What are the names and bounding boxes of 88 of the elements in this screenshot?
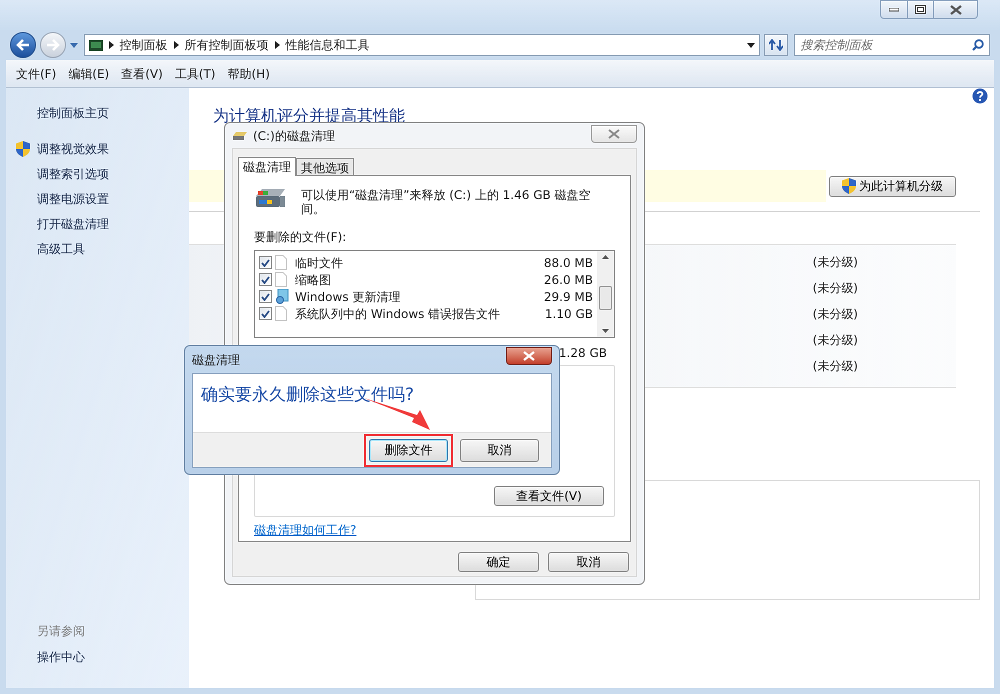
file-icon — [275, 272, 287, 287]
confirm-question: 确实要永久删除这些文件吗? — [201, 385, 414, 405]
files-label: 要删除的文件(F): — [254, 229, 348, 246]
dialog-title: (C:)的磁盘清理 — [253, 128, 335, 144]
sidebar-link[interactable]: 高级工具 — [37, 240, 85, 258]
menu-item[interactable]: 文件(F) — [16, 64, 56, 82]
menu-item[interactable]: 编辑(E) — [68, 64, 110, 82]
control-panel-icon — [88, 40, 103, 50]
breadcrumb[interactable]: 性能信息和工具 — [286, 36, 370, 54]
total-size: 1.28 GB — [558, 345, 607, 360]
sidebar-link[interactable]: 调整索引选项 — [37, 164, 109, 182]
rating-value: (未分级) — [812, 280, 858, 297]
rating-value: (未分级) — [812, 254, 858, 271]
back-arrow-icon — [16, 39, 30, 51]
close-button[interactable] — [934, 0, 978, 19]
search-field[interactable]: 搜索控制面板 — [794, 34, 990, 56]
view-files-button[interactable]: 查看文件(V) — [494, 486, 604, 506]
back-button[interactable] — [10, 32, 36, 58]
tab[interactable]: 其他选项 — [296, 158, 354, 175]
minimize-icon — [889, 8, 899, 12]
forward-arrow-icon — [46, 39, 60, 51]
see-also-heading: 另请参阅 — [37, 623, 86, 640]
help-link[interactable]: 磁盘清理如何工作? — [254, 521, 356, 539]
rate-button[interactable]: 为此计算机分级 — [829, 176, 956, 196]
scroll-down-icon[interactable] — [602, 329, 609, 333]
dialog-title: 磁盘清理 — [192, 352, 240, 368]
maximize-button[interactable] — [908, 0, 934, 19]
menu-item[interactable]: 工具(T) — [174, 64, 216, 82]
file-row[interactable]: 缩略图 26.0 MB — [259, 271, 593, 288]
checkbox[interactable] — [259, 256, 272, 269]
file-icon — [275, 306, 287, 321]
file-size: 1.10 GB — [544, 306, 593, 322]
update-icon — [275, 289, 289, 304]
rating-value: (未分级) — [812, 332, 858, 349]
scroll-up-icon[interactable] — [602, 255, 609, 259]
search-icon — [972, 39, 984, 51]
file-row[interactable]: 临时文件 88.0 MB — [259, 254, 593, 271]
dialog-button[interactable]: 取消 — [460, 438, 539, 462]
sidebar-link[interactable]: 操作中心 — [37, 648, 189, 666]
file-row[interactable]: Windows 更新清理 29.9 MB — [259, 288, 593, 305]
minimize-button[interactable] — [880, 0, 908, 19]
dialog-button[interactable]: 确定 — [458, 552, 539, 572]
caret-icon[interactable] — [70, 42, 78, 48]
sidebar-link[interactable]: 打开磁盘清理 — [37, 214, 109, 232]
file-name: 系统队列中的 Windows 错误报告文件 — [295, 306, 500, 322]
close-icon — [950, 4, 962, 14]
file-name: 临时文件 — [295, 254, 343, 272]
menu-item[interactable]: 帮助(H) — [228, 64, 270, 82]
chevron-icon[interactable] — [174, 41, 179, 49]
file-icon — [275, 255, 287, 270]
drive-icon — [232, 130, 248, 140]
sidebar-link[interactable]: 调整电源设置 — [37, 190, 109, 208]
checkbox[interactable] — [259, 307, 272, 320]
dialog-button[interactable]: 取消 — [548, 552, 629, 572]
scroll-thumb[interactable] — [599, 286, 612, 310]
file-row[interactable]: 系统队列中的 Windows 错误报告文件 1.10 GB — [259, 305, 593, 322]
breadcrumb[interactable]: 控制面板 — [120, 36, 168, 54]
rating-value: (未分级) — [812, 306, 858, 323]
description-text: 可以使用“磁盘清理”来释放 (C:) 上的 1.46 GB 磁盘空间。 — [301, 188, 592, 216]
dropdown-caret-icon[interactable] — [746, 42, 755, 48]
chevron-icon[interactable] — [108, 41, 114, 49]
scrollbar[interactable] — [597, 251, 614, 337]
shield-icon — [842, 178, 856, 194]
tab[interactable]: 磁盘清理 — [238, 157, 296, 176]
maximize-icon — [915, 5, 926, 14]
chevron-icon[interactable] — [274, 41, 280, 49]
refresh-icon — [768, 39, 783, 51]
close-button[interactable] — [506, 346, 552, 364]
checkbox[interactable] — [259, 290, 272, 303]
sidebar-link[interactable]: 调整视觉效果 — [37, 140, 109, 158]
close-icon — [608, 128, 620, 138]
address-field[interactable]: 控制面板 所有控制面板项 性能信息和工具 — [84, 34, 760, 56]
file-name: Windows 更新清理 — [295, 288, 400, 306]
rating-value: (未分级) — [812, 358, 858, 375]
file-size: 26.0 MB — [544, 272, 593, 288]
help-icon[interactable] — [972, 88, 988, 104]
breadcrumb[interactable]: 所有控制面板项 — [184, 36, 269, 54]
sidebar-link[interactable]: 控制面板主页 — [37, 104, 109, 122]
shield-icon — [16, 140, 30, 156]
file-name: 缩略图 — [295, 272, 331, 288]
close-icon — [523, 350, 535, 360]
refresh-button[interactable] — [764, 34, 788, 56]
checkbox[interactable] — [259, 273, 272, 286]
dialog-button[interactable]: 删除文件 — [369, 438, 448, 462]
file-size: 29.9 MB — [544, 288, 593, 306]
disk-drive-icon — [254, 188, 287, 210]
file-size: 88.0 MB — [544, 254, 593, 272]
menu-item[interactable]: 查看(V) — [121, 64, 163, 82]
